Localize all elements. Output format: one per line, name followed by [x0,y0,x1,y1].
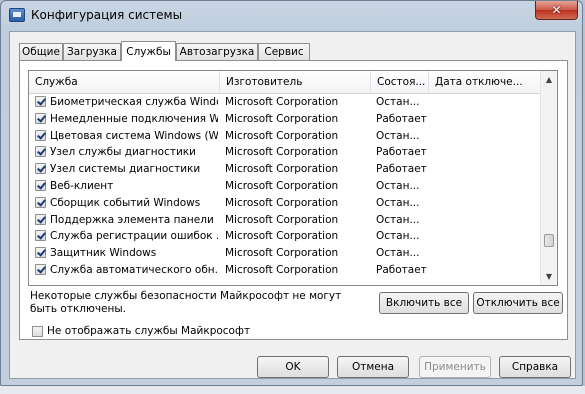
list-header: Служба Изготовитель Состоя... Дата отклю… [29,71,541,94]
column-header-date-disabled[interactable]: Дата отключе... [429,71,541,93]
cancel-button[interactable]: Отмена [337,356,409,378]
service-status: Остан... [376,96,420,108]
service-checkbox[interactable] [35,146,46,158]
vertical-scrollbar[interactable]: ▲ ▼ [540,71,557,285]
service-status: Остан... [376,247,420,260]
table-row[interactable]: Немедленные подключения W... Microsoft C… [29,111,541,128]
table-row[interactable]: Биометрическая служба Windo... Microsoft… [29,94,541,111]
service-checkbox[interactable] [35,247,46,259]
tab-general[interactable]: Общие [19,43,63,60]
security-services-note: Некоторые службы безопасности Майкрософт… [30,290,342,315]
service-manufacturer: Microsoft Corporation [225,230,339,243]
tab-boot[interactable]: Загрузка [63,43,121,60]
service-manufacturer: Microsoft Corporation [225,179,339,192]
disable-all-button[interactable]: Отключить все [473,292,563,314]
title-bar[interactable]: Конфигурация системы ✕ [1,1,582,31]
column-header-manufacturer[interactable]: Изготовитель [220,71,371,93]
tab-startup[interactable]: Автозагрузка [176,43,258,60]
services-tab-panel: Служба Изготовитель Состоя... Дата отклю… [19,60,568,340]
services-list[interactable]: Служба Изготовитель Состоя... Дата отклю… [28,70,558,286]
service-checkbox[interactable] [35,213,46,225]
table-row[interactable]: Служба регистрации ошибок ... Microsoft … [29,228,541,245]
ok-button[interactable]: OK [257,356,329,378]
service-name: Узел системы диагностики [50,163,201,176]
service-checkbox[interactable] [35,112,46,124]
service-status: Остан... [376,129,420,142]
column-header-status[interactable]: Состоя... [371,71,429,93]
service-manufacturer: Microsoft Corporation [225,163,339,176]
service-status: Остан... [376,196,420,209]
services-rows: Биометрическая служба Windo... Microsoft… [29,94,541,279]
service-manufacturer: Microsoft Corporation [225,213,339,226]
service-manufacturer: Microsoft Corporation [225,146,339,159]
service-manufacturer: Microsoft Corporation [225,96,339,108]
window-title: Конфигурация системы [31,8,183,22]
table-row[interactable]: Веб-клиент Microsoft Corporation Остан..… [29,178,541,195]
apply-button[interactable]: Применить [419,356,491,378]
service-checkbox[interactable] [35,129,46,141]
service-checkbox[interactable] [35,196,46,208]
service-status: Работает [376,146,427,159]
column-header-service[interactable]: Служба [29,71,220,93]
service-manufacturer: Microsoft Corporation [225,112,339,125]
tab-tools[interactable]: Сервис [258,43,310,60]
scroll-thumb[interactable] [544,234,554,247]
service-name: Веб-клиент [50,179,114,192]
service-status: Работает [376,163,427,176]
table-row[interactable]: Цветовая система Windows (W... Microsoft… [29,128,541,145]
table-row[interactable]: Поддержка элемента панели ... Microsoft … [29,212,541,229]
service-status: Работает [376,263,427,276]
table-row[interactable]: Защитник Windows Microsoft Corporation О… [29,245,541,262]
dialog-client-area: Общие Загрузка Службы Автозагрузка Серви… [9,31,576,379]
service-checkbox[interactable] [35,230,46,242]
help-button[interactable]: Справка [499,356,571,378]
service-name: Служба регистрации ошибок ... [50,230,218,243]
scroll-down-icon[interactable]: ▼ [541,268,557,285]
service-name: Цветовая система Windows (W... [50,129,218,142]
service-name: Узел службы диагностики [50,146,196,159]
close-button[interactable]: ✕ [535,1,578,20]
hide-microsoft-services-option[interactable]: Не отображать службы Майкрософт [32,325,250,337]
scroll-up-icon[interactable]: ▲ [541,71,557,88]
service-name: Сборщик событий Windows [50,196,201,209]
service-manufacturer: Microsoft Corporation [225,129,339,142]
service-status: Остан... [376,230,420,243]
system-configuration-window: Конфигурация системы ✕ Общие Загрузка Сл… [0,0,583,386]
tab-services[interactable]: Службы [121,41,176,61]
hide-microsoft-services-label: Не отображать службы Майкрософт [47,325,251,337]
service-name: Немедленные подключения W... [50,112,218,125]
service-name: Служба автоматического обн... [50,263,218,276]
table-row[interactable]: Сборщик событий Windows Microsoft Corpor… [29,195,541,212]
service-status: Остан... [376,179,420,192]
table-row[interactable]: Узел службы диагностики Microsoft Corpor… [29,144,541,161]
service-name: Защитник Windows [50,247,157,260]
service-status: Работает [376,112,427,125]
table-row[interactable]: Служба автоматического обн... Microsoft … [29,262,541,279]
service-status: Остан... [376,213,420,226]
service-name: Биометрическая служба Windo... [50,96,218,108]
service-checkbox[interactable] [35,96,46,107]
msconfig-icon [9,8,25,22]
hide-microsoft-services-checkbox[interactable] [32,325,43,337]
service-name: Поддержка элемента панели ... [50,213,218,226]
service-checkbox[interactable] [35,263,46,275]
service-manufacturer: Microsoft Corporation [225,247,339,260]
service-checkbox[interactable] [35,179,46,191]
table-row[interactable]: Узел системы диагностики Microsoft Corpo… [29,161,541,178]
service-manufacturer: Microsoft Corporation [225,263,339,276]
service-checkbox[interactable] [35,163,46,175]
service-manufacturer: Microsoft Corporation [225,196,339,209]
enable-all-button[interactable]: Включить все [379,292,469,314]
background-strip [0,386,585,394]
